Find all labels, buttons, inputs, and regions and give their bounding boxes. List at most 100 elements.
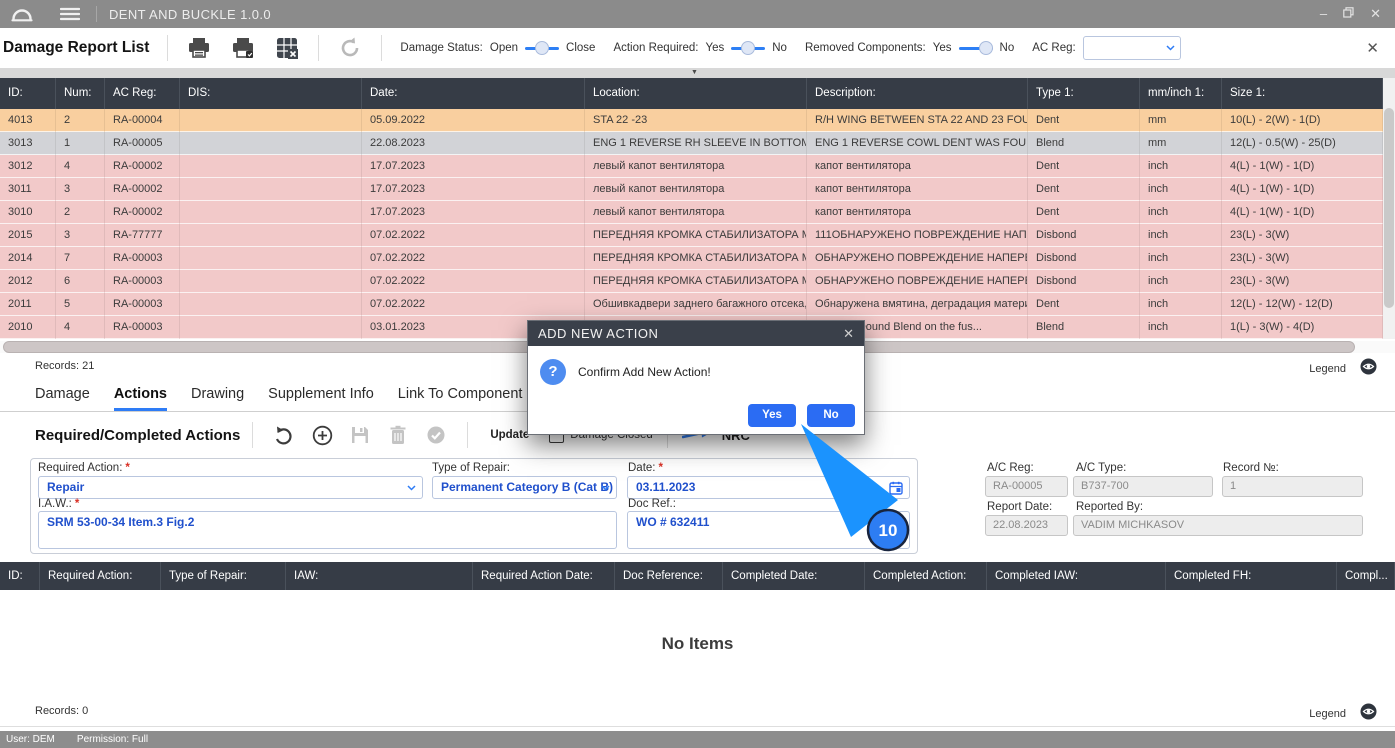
table-row[interactable]: 20126RA-0000307.02.2022ПЕРЕДНЯЯ КРОМКА С… [0, 270, 1383, 293]
print-preview-icon[interactable] [230, 35, 256, 61]
dialog-title: ADD NEW ACTION [538, 326, 658, 341]
table-cell: inch [1140, 247, 1222, 270]
table-row[interactable]: 30124RA-0000217.07.2023левый капот венти… [0, 155, 1383, 178]
action-required-yes-option[interactable]: Yes [705, 42, 724, 54]
column-header[interactable]: Location: [585, 78, 807, 109]
damage-status-filter: Damage Status: Open Close [400, 41, 595, 55]
status-permission: Permission: Full [77, 734, 148, 745]
close-window-button[interactable]: ✕ [1370, 0, 1381, 28]
table-row[interactable]: 20153RA-7777707.02.2022ПЕРЕДНЯЯ КРОМКА С… [0, 224, 1383, 247]
table-cell: 3011 [0, 178, 56, 201]
column-header[interactable]: IAW: [286, 562, 473, 590]
table-cell: 111ОБНАРУЖЕНО ПОВРЕЖДЕНИЕ НАПЕРЕЖН... [807, 224, 1028, 247]
column-header[interactable]: Num: [56, 78, 105, 109]
minimize-button[interactable]: – [1320, 0, 1327, 28]
table-cell: левый капот вентилятора [585, 201, 807, 224]
date-input[interactable]: 03.11.2023 [627, 476, 910, 499]
tab-link-to-component[interactable]: Link To Component [398, 386, 523, 411]
action-required-no-option[interactable]: No [772, 42, 787, 54]
ac-reg-filter-group: AC Reg: [1032, 36, 1180, 60]
undo-icon[interactable] [272, 423, 296, 447]
column-header[interactable]: Description: [807, 78, 1028, 109]
column-header[interactable]: Completed Date: [723, 562, 865, 590]
export-excel-icon[interactable] [274, 35, 300, 61]
column-header[interactable]: Completed IAW: [987, 562, 1166, 590]
close-panel-button[interactable]: ✕ [1366, 39, 1379, 57]
removed-components-toggle[interactable] [959, 41, 993, 55]
table-cell: 17.07.2023 [362, 155, 585, 178]
tab-damage[interactable]: Damage [35, 386, 90, 411]
iaw-input[interactable]: SRM 53-00-34 Item.3 Fig.2 [38, 511, 617, 549]
tab-actions[interactable]: Actions [114, 386, 167, 411]
damage-status-close-option[interactable]: Close [566, 42, 595, 54]
add-action-icon[interactable] [310, 423, 334, 447]
window-title: DENT AND BUCKLE 1.0.0 [109, 7, 271, 22]
scrollbar-thumb[interactable] [1384, 108, 1394, 308]
doc-ref-input[interactable]: WO # 632411 [627, 511, 910, 549]
table-cell: капот вентилятора [807, 178, 1028, 201]
calendar-icon[interactable] [889, 481, 903, 499]
vertical-scrollbar[interactable] [1383, 78, 1395, 339]
restore-button[interactable] [1343, 0, 1354, 28]
table-row[interactable]: 30131RA-0000522.08.2023ENG 1 REVERSE RH … [0, 132, 1383, 155]
save-icon [348, 423, 372, 447]
table-cell [180, 270, 362, 293]
no-button[interactable]: No [807, 404, 855, 427]
column-header[interactable]: mm/inch 1: [1140, 78, 1222, 109]
refresh-icon[interactable] [337, 35, 363, 61]
column-header[interactable]: AC Reg: [105, 78, 180, 109]
column-header[interactable]: ID: [0, 78, 56, 109]
table-row[interactable]: 20147RA-0000307.02.2022ПЕРЕДНЯЯ КРОМКА С… [0, 247, 1383, 270]
removed-components-yes-option[interactable]: Yes [933, 42, 952, 54]
column-header[interactable]: Doc Reference: [615, 562, 723, 590]
print-icon[interactable] [186, 35, 212, 61]
column-header[interactable]: Required Action Date: [473, 562, 615, 590]
column-header[interactable]: Date: [362, 78, 585, 109]
toolbar-separator [318, 35, 319, 61]
damage-status-open-option[interactable]: Open [490, 42, 518, 54]
dialog-close-button[interactable]: ✕ [843, 326, 854, 342]
add-new-action-dialog: ADD NEW ACTION ✕ ? Confirm Add New Actio… [527, 320, 865, 435]
type-of-repair-label: Type of Repair: [432, 462, 510, 474]
column-header[interactable]: Size 1: [1222, 78, 1383, 109]
splitter-collapse-icon[interactable]: ▼ [691, 69, 698, 76]
menu-icon[interactable] [60, 7, 80, 21]
table-cell: RA-00002 [105, 155, 180, 178]
table-cell: RA-00002 [105, 201, 180, 224]
required-action-select[interactable]: Repair [38, 476, 423, 499]
table-row[interactable]: 20115RA-0000307.02.2022Обшивкадвери задн… [0, 293, 1383, 316]
tab-drawing[interactable]: Drawing [191, 386, 244, 411]
grid-splitter[interactable]: ▼ [0, 68, 1395, 78]
ac-reg-filter-combobox[interactable] [1083, 36, 1181, 60]
removed-components-label: Removed Components: [805, 42, 926, 54]
column-header[interactable]: Required Action: [40, 562, 161, 590]
damage-status-label: Damage Status: [400, 42, 482, 54]
type-of-repair-select[interactable]: Permanent Category B (Cat B) [432, 476, 617, 499]
chevron-down-icon [407, 485, 416, 491]
legend-icon[interactable] [1360, 358, 1377, 380]
column-header[interactable]: Compl... [1337, 562, 1395, 590]
table-row[interactable]: 40132RA-0000405.09.2022STA 22 -23R/H WIN… [0, 109, 1383, 132]
column-header[interactable]: DIS: [180, 78, 362, 109]
table-cell: 3010 [0, 201, 56, 224]
damage-status-toggle[interactable] [525, 41, 559, 55]
dialog-header[interactable]: ADD NEW ACTION ✕ [528, 321, 864, 346]
action-required-toggle[interactable] [731, 41, 765, 55]
table-row[interactable]: 30102RA-0000217.07.2023левый капот венти… [0, 201, 1383, 224]
yes-button[interactable]: Yes [748, 404, 796, 427]
table-cell: 17.07.2023 [362, 178, 585, 201]
actions-table: ID:Required Action:Type of Repair:IAW:Re… [0, 562, 1395, 590]
table-cell: 3012 [0, 155, 56, 178]
column-header[interactable]: Type 1: [1028, 78, 1140, 109]
column-header[interactable]: Completed FH: [1166, 562, 1337, 590]
chevron-down-icon [601, 485, 610, 491]
legend-icon[interactable] [1360, 703, 1377, 725]
table-cell: 2 [56, 201, 105, 224]
column-header[interactable]: Type of Repair: [161, 562, 286, 590]
tab-supplement-info[interactable]: Supplement Info [268, 386, 374, 411]
column-header[interactable]: ID: [0, 562, 40, 590]
update-button[interactable]: Update [490, 429, 529, 441]
column-header[interactable]: Completed Action: [865, 562, 987, 590]
removed-components-no-option[interactable]: No [1000, 42, 1015, 54]
table-row[interactable]: 30113RA-0000217.07.2023левый капот венти… [0, 178, 1383, 201]
